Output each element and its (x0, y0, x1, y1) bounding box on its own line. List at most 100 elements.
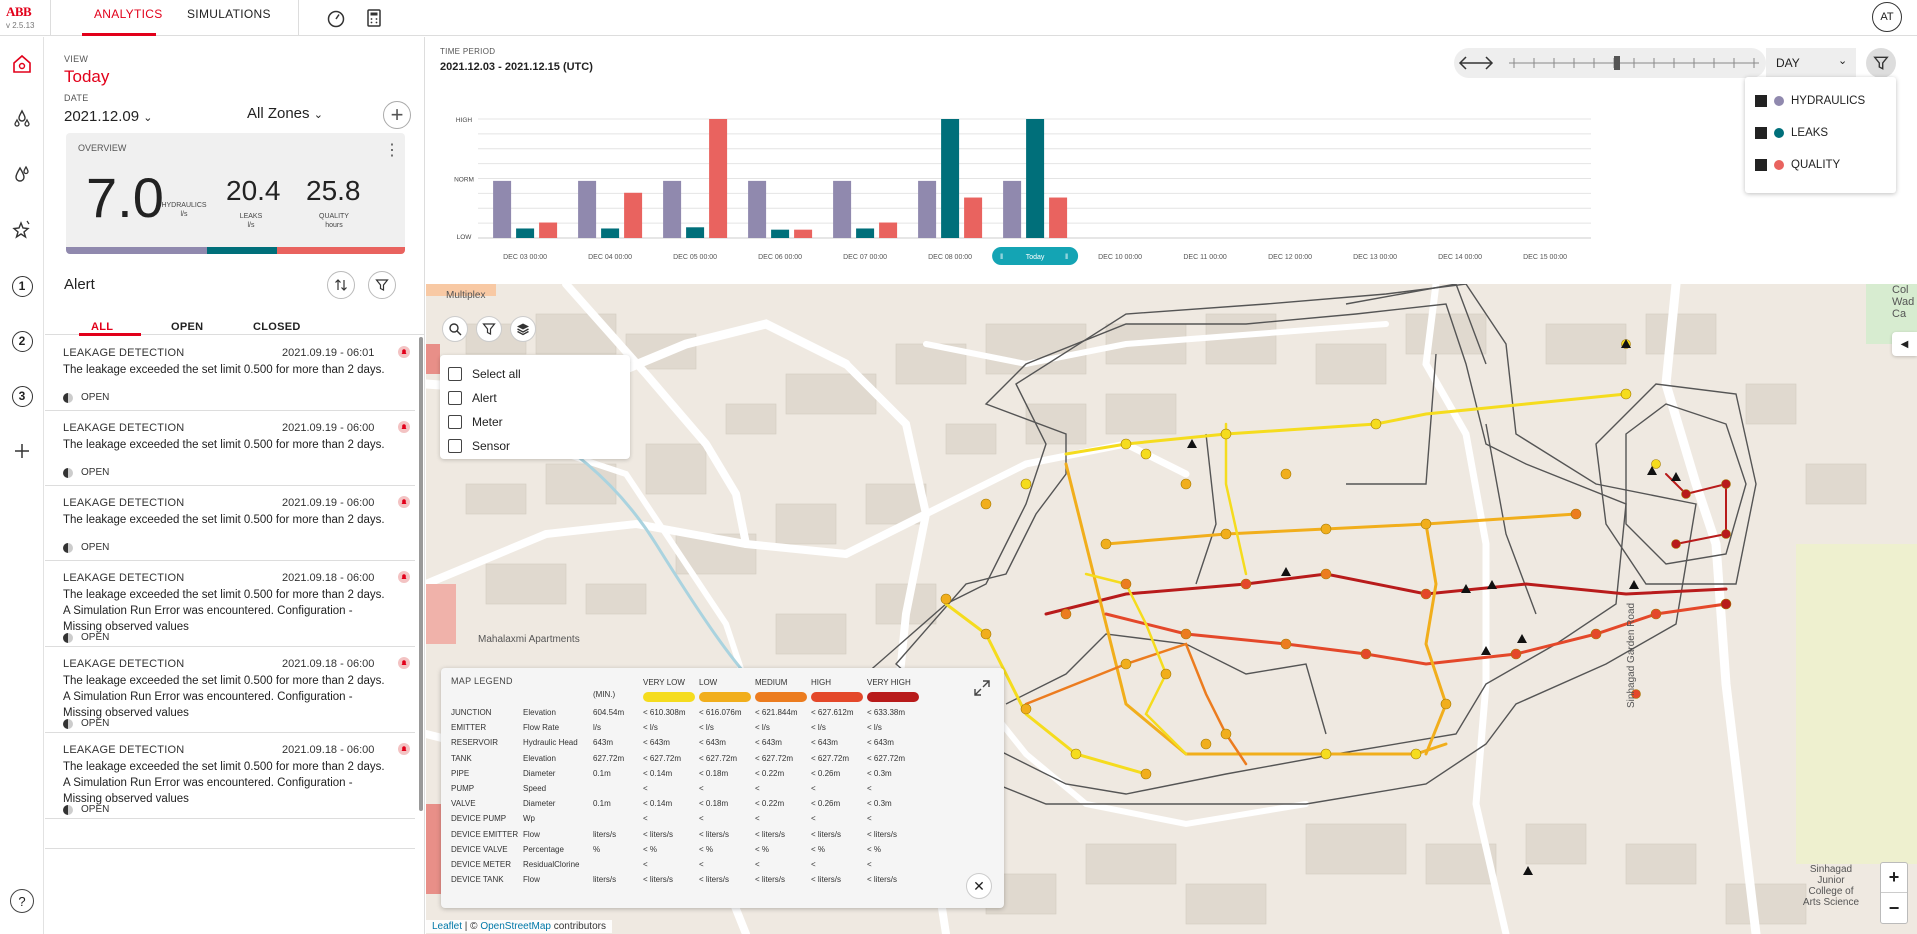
leaflet-link[interactable]: Leaflet (432, 921, 462, 932)
alert-item[interactable] (45, 819, 415, 849)
step-3-icon[interactable]: 3 (10, 384, 34, 408)
alert-item[interactable]: LEAKAGE DETECTION 2021.09.18 - 06:00 The… (45, 733, 415, 819)
legend-row-cell: liters/s (593, 875, 617, 885)
bar-quality (709, 119, 728, 238)
legend-row-cell: < liters/s (699, 829, 730, 839)
view-value[interactable]: Today (64, 67, 109, 87)
version-text: v 2.5.13 (6, 21, 35, 30)
checkbox-icon (448, 367, 462, 381)
alert-item[interactable]: LEAKAGE DETECTION 2021.09.18 - 06:00 The… (45, 561, 415, 647)
legend-row-cell: < l/s (811, 723, 826, 733)
tab-analytics[interactable]: ANALYTICS (94, 7, 163, 21)
filter-button[interactable] (368, 271, 396, 299)
legend-row-cell: < 627.72m (755, 753, 794, 763)
star-shine-icon[interactable] (10, 218, 34, 242)
legend-level-swatch (811, 692, 863, 702)
map-legend-title: MAP LEGEND (451, 676, 513, 686)
user-avatar[interactable]: AT (1872, 2, 1902, 32)
hydraulics-value: 7.0 (86, 166, 164, 229)
legend-row-cell: < liters/s (811, 875, 842, 885)
legend-row-cell: < 0.3m (867, 799, 892, 809)
date-select[interactable]: 2021.12.09 ⌄ (64, 108, 152, 125)
map-filter-button[interactable] (476, 316, 502, 342)
chevron-left-icon[interactable]: ◀ (1892, 332, 1917, 356)
legend-min-header: (MIN.) (593, 690, 616, 699)
legend-row-cell: < (755, 784, 760, 793)
calculator-icon[interactable] (364, 8, 384, 28)
legend-row-cell: Flow (523, 829, 540, 839)
legend-row-cell: Diameter (523, 768, 556, 778)
legend-row-cell: % (593, 844, 601, 854)
sort-button[interactable] (327, 271, 355, 299)
map-layers-button[interactable] (510, 316, 536, 342)
checkbox-checked-icon (1755, 127, 1767, 139)
gauge-icon[interactable] (326, 8, 346, 28)
alert-item[interactable]: LEAKAGE DETECTION 2021.09.18 - 06:00 The… (45, 647, 415, 733)
legend-row-cell: < 0.14m (643, 768, 673, 778)
chart-filter-button[interactable] (1866, 48, 1896, 78)
overview-bar-chart: HIGH NORM LOW DEC 03 00:00 DEC 04 00:00 DEC 0… (454, 117, 1591, 265)
alert-tab-closed[interactable]: CLOSED (253, 321, 301, 333)
zones-select[interactable]: All Zones ⌄ (247, 105, 323, 122)
granularity-select[interactable]: DAY ⌄ (1766, 48, 1856, 78)
legend-row-cell: < (811, 814, 816, 824)
legend-row-cell: < 616.076m (699, 708, 742, 717)
expand-icon[interactable] (972, 678, 992, 698)
layer-alert[interactable]: Alert (448, 391, 497, 405)
timeline-slider[interactable] (1454, 48, 1766, 78)
map-search-button[interactable] (442, 316, 468, 342)
bar-quality (539, 222, 558, 238)
chevron-down-icon: ⌄ (1838, 55, 1848, 67)
zoom-out-button[interactable]: − (1881, 893, 1907, 923)
home-icon[interactable] (10, 52, 34, 76)
step-1-icon[interactable]: 1 (10, 274, 34, 298)
legend-row-cell: < l/s (643, 723, 658, 733)
legend-row-cell: < (811, 860, 816, 869)
osm-link[interactable]: OpenStreetMap (480, 921, 551, 932)
legend-row-cell: < 0.18m (699, 799, 729, 809)
legend-row-type: PIPE (451, 768, 470, 778)
legend-row-cell: < 643m (867, 738, 894, 748)
drops-icon[interactable] (10, 107, 34, 131)
map-label-apartments: Mahalaxmi Apartments (478, 634, 580, 645)
help-icon[interactable]: ? (10, 889, 34, 913)
add-widget-button[interactable]: + (383, 101, 411, 129)
legend-item-quality[interactable]: QUALITY (1755, 159, 1840, 171)
alert-item[interactable]: LEAKAGE DETECTION 2021.09.19 - 06:01 The… (45, 336, 415, 411)
layer-select-all[interactable]: Select all (448, 367, 521, 381)
legend-row-type: VALVE (451, 799, 476, 809)
layer-meter[interactable]: Meter (448, 415, 503, 429)
alert-item[interactable]: LEAKAGE DETECTION 2021.09.19 - 06:00 The… (45, 486, 415, 561)
legend-row-cell: < 610.308m (643, 708, 686, 717)
more-vertical-icon[interactable]: ⋮ (384, 140, 400, 160)
alert-tab-open[interactable]: OPEN (171, 321, 203, 333)
legend-row-cell: < liters/s (699, 875, 730, 885)
leaks-value: 20.4 (226, 175, 281, 206)
chart-legend: HYDRAULICS LEAKS QUALITY (1745, 77, 1896, 193)
legend-row-cell: Diameter (523, 799, 556, 809)
tab-simulations[interactable]: SIMULATIONS (187, 7, 271, 21)
zoom-in-button[interactable]: + (1881, 863, 1907, 893)
x-tick-label: DEC 13 00:00 (1353, 254, 1397, 261)
x-tick-label: DEC 07 00:00 (843, 254, 887, 261)
legend-row-cell: < 643m (699, 738, 726, 748)
expand-horizontal-icon (1458, 56, 1494, 70)
alert-tab-all[interactable]: ALL (91, 321, 113, 333)
alert-item[interactable]: LEAKAGE DETECTION 2021.09.19 - 06:00 The… (45, 411, 415, 486)
leaks-label: LEAKS l/s (239, 213, 263, 229)
legend-item-hydraulics[interactable]: HYDRAULICS (1755, 95, 1865, 107)
drop-quality-icon[interactable] (10, 163, 34, 187)
close-legend-button[interactable]: ✕ (966, 873, 992, 899)
legend-row-type: EMITTER (451, 723, 487, 733)
bar-leaks (1026, 119, 1045, 238)
status-half-icon (63, 542, 73, 553)
legend-row-cell: < (643, 784, 648, 793)
alarm-bell-icon (398, 421, 410, 433)
layer-sensor[interactable]: Sensor (448, 439, 510, 453)
alert-list-scrollbar[interactable] (419, 337, 423, 811)
legend-level-swatch (755, 692, 807, 702)
x-tick-label: DEC 15 00:00 (1523, 254, 1567, 261)
step-2-icon[interactable]: 2 (10, 329, 34, 353)
legend-item-leaks[interactable]: LEAKS (1755, 127, 1828, 139)
add-icon[interactable] (10, 439, 34, 463)
